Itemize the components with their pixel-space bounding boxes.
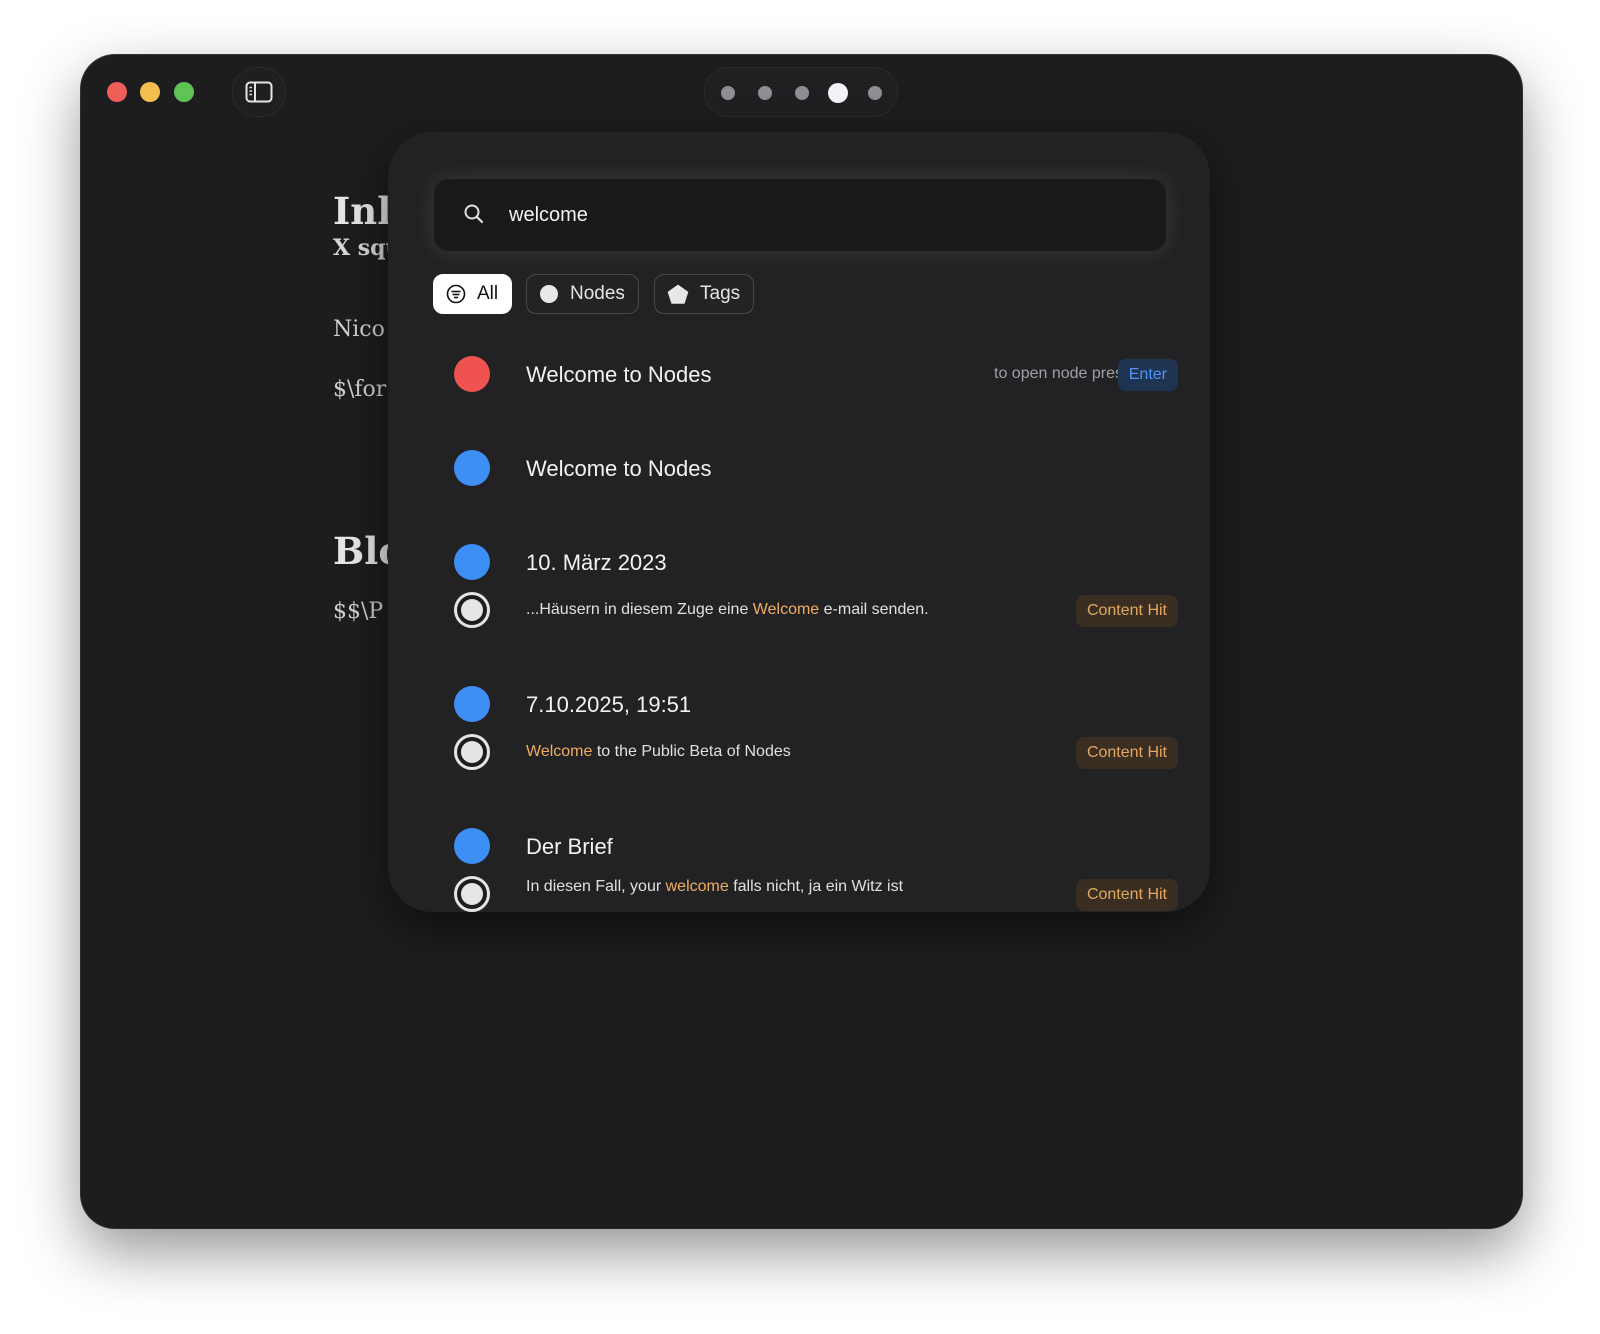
page-dot-5[interactable] bbox=[868, 86, 882, 100]
result-snippet: ...Häusern in diesem Zuge eine Welcome e… bbox=[526, 601, 929, 618]
doc-paragraph-2: $\for bbox=[333, 377, 387, 402]
page-dot-2[interactable] bbox=[758, 86, 772, 100]
result-row-4[interactable]: 7.10.2025, 19:51 Welcome to the Public B… bbox=[433, 670, 1178, 780]
result-title: Welcome to Nodes bbox=[526, 456, 712, 481]
zoom-button[interactable] bbox=[174, 82, 194, 102]
doc-paragraph-3: $$\P bbox=[333, 599, 384, 624]
sidebar-toggle-icon bbox=[245, 81, 273, 103]
page-indicator bbox=[704, 67, 898, 117]
content-ring-icon bbox=[454, 592, 490, 628]
node-icon-blue bbox=[454, 686, 490, 722]
content-ring-icon bbox=[454, 876, 490, 912]
filter-lines-icon bbox=[446, 284, 466, 304]
node-icon-red bbox=[454, 356, 490, 392]
circle-icon bbox=[540, 285, 558, 303]
result-row-2[interactable]: Welcome to Nodes bbox=[433, 434, 1178, 514]
filter-chip-tags[interactable]: Tags bbox=[654, 274, 755, 314]
page-dot-1[interactable] bbox=[721, 86, 735, 100]
app-window: Inli X squ Nico $\for Blo $$\P All bbox=[81, 55, 1522, 1228]
node-icon-blue bbox=[454, 450, 490, 486]
results-list: Welcome to Nodes to open node press Ente… bbox=[433, 334, 1178, 912]
content-ring-icon bbox=[454, 734, 490, 770]
open-hint: to open node press bbox=[994, 365, 1131, 382]
result-snippet: In diesen Fall, your welcome falls nicht… bbox=[526, 878, 904, 895]
close-button[interactable] bbox=[107, 82, 127, 102]
search-bar[interactable] bbox=[433, 178, 1167, 252]
filter-chip-nodes[interactable]: Nodes bbox=[526, 274, 639, 314]
content-hit-badge: Content Hit bbox=[1075, 737, 1178, 769]
content-hit-badge: Content Hit bbox=[1075, 879, 1178, 911]
filter-chip-nodes-label: Nodes bbox=[570, 283, 625, 304]
sidebar-toggle-button[interactable] bbox=[232, 67, 286, 117]
doc-paragraph-1: Nico bbox=[333, 317, 385, 342]
node-icon-blue bbox=[454, 544, 490, 580]
filter-chip-tags-label: Tags bbox=[700, 283, 741, 304]
node-icon-blue bbox=[454, 828, 490, 864]
result-row-1-selected[interactable]: Welcome to Nodes to open node press Ente… bbox=[433, 334, 1178, 414]
result-row-3[interactable]: 10. März 2023 ...Häusern in diesem Zuge … bbox=[433, 528, 1178, 638]
search-input[interactable] bbox=[509, 198, 1129, 232]
content-hit-badge: Content Hit bbox=[1075, 595, 1178, 627]
result-title: 7.10.2025, 19:51 bbox=[526, 692, 692, 717]
search-match-highlight: Welcome bbox=[526, 743, 593, 760]
search-match-highlight: welcome bbox=[665, 878, 729, 895]
search-icon bbox=[464, 204, 484, 224]
page-dot-4-active[interactable] bbox=[828, 83, 848, 103]
pentagon-icon bbox=[667, 284, 689, 304]
minimize-button[interactable] bbox=[140, 82, 160, 102]
filter-chip-all[interactable]: All bbox=[433, 274, 513, 314]
result-row-5[interactable]: Der Brief In diesen Fall, your welcome f… bbox=[433, 812, 1178, 912]
enter-key-badge: Enter bbox=[1117, 359, 1178, 391]
result-snippet: Welcome to the Public Beta of Nodes bbox=[526, 743, 791, 760]
search-palette: All Nodes Tags Welcome to Nodes to open bbox=[388, 132, 1210, 912]
page-dot-3[interactable] bbox=[795, 86, 809, 100]
result-title: 10. März 2023 bbox=[526, 550, 667, 575]
result-title: Welcome to Nodes bbox=[526, 362, 712, 387]
result-title: Der Brief bbox=[526, 834, 613, 859]
search-match-highlight: Welcome bbox=[752, 601, 820, 618]
filter-chip-all-label: All bbox=[477, 283, 499, 304]
